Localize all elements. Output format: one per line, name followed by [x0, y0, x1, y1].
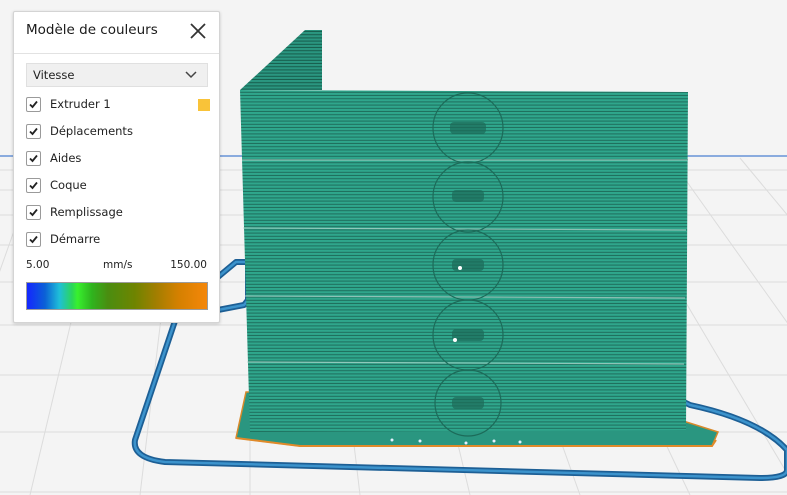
- checkbox-extruder-1[interactable]: Extruder 1: [26, 96, 210, 114]
- checkbox-demarre[interactable]: Démarre: [26, 231, 210, 249]
- checkbox-label: Aides: [50, 151, 82, 165]
- checkbox-label: Démarre: [50, 232, 101, 246]
- panel-divider: [14, 53, 219, 54]
- checkbox-label: Extruder 1: [50, 97, 111, 111]
- checkbox-checked-icon[interactable]: [26, 232, 41, 247]
- checkbox-checked-icon[interactable]: [26, 205, 41, 220]
- speed-range-max: 150.00: [170, 259, 207, 271]
- checkbox-aides[interactable]: Aides: [26, 150, 210, 168]
- panel-title: Modèle de couleurs: [26, 22, 158, 38]
- chevron-down-icon: [185, 71, 197, 79]
- checkbox-remplissage[interactable]: Remplissage: [26, 204, 210, 222]
- checkbox-checked-icon[interactable]: [26, 178, 41, 193]
- dropdown-selected: Vitesse: [33, 68, 75, 82]
- checkbox-label: Déplacements: [50, 124, 133, 138]
- checkbox-checked-icon[interactable]: [26, 97, 41, 112]
- speed-range-unit: mm/s: [103, 259, 133, 271]
- checkbox-checked-icon[interactable]: [26, 124, 41, 139]
- color-scheme-panel: Modèle de couleurs Vitesse Extruder 1 Dé…: [13, 11, 220, 323]
- checkbox-deplacements[interactable]: Déplacements: [26, 123, 210, 141]
- checkbox-label: Remplissage: [50, 205, 123, 219]
- checkbox-label: Coque: [50, 178, 87, 192]
- speed-range-min: 5.00: [26, 259, 50, 271]
- extruder-color-swatch: [198, 99, 210, 111]
- color-scheme-dropdown[interactable]: Vitesse: [26, 63, 208, 87]
- close-icon[interactable]: [187, 20, 209, 42]
- checkbox-checked-icon[interactable]: [26, 151, 41, 166]
- speed-gradient-legend: [26, 282, 208, 310]
- checkbox-coque[interactable]: Coque: [26, 177, 210, 195]
